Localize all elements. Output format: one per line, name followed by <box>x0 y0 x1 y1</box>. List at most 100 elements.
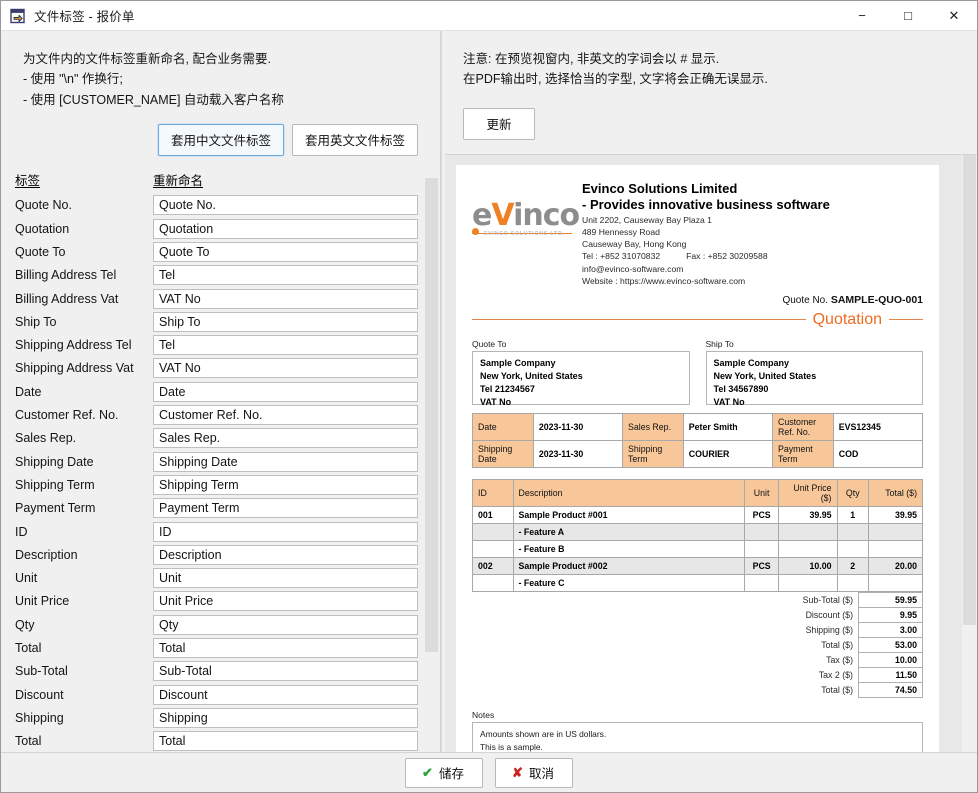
company-address-1: Unit 2202, Causeway Bay Plaza 1 <box>582 214 712 225</box>
window-controls: − □ ✕ <box>839 1 977 31</box>
label-rename-input[interactable] <box>153 451 418 472</box>
label-rename-input[interactable] <box>153 707 418 728</box>
notice-line-2: 在PDF输出时, 选择恰当的字型, 文字将会正确无误显示. <box>463 72 768 87</box>
item-cell-id: 001 <box>472 505 514 524</box>
minimize-button[interactable]: − <box>839 1 885 31</box>
maximize-button[interactable]: □ <box>885 1 931 31</box>
item-cell-desc: - Feature A <box>512 522 746 541</box>
quote-to-line-1: Sample Company <box>480 357 556 368</box>
item-cell-qty: 2 <box>836 556 869 575</box>
meta-row: Shipping Date 2023-11-30 Shipping Term COUR… <box>472 439 924 468</box>
document-page: eVinco EVINCO SOLUTIONS LTD. Evinco Solu… <box>456 164 939 752</box>
label-rename-input[interactable] <box>153 568 418 589</box>
document-meta-table: Date 2023-11-30 Sales Rep. Peter Smith Custo… <box>472 412 924 468</box>
item-column-header: ID <box>472 478 514 507</box>
label-rename-input[interactable] <box>153 195 418 216</box>
update-row: 更新 <box>445 90 977 140</box>
meta-key: Sales Rep. <box>621 412 684 441</box>
total-row: Total ($) 74.50 <box>798 681 923 698</box>
label-row-name: Qty <box>15 617 35 632</box>
item-cell-desc: Sample Product #001 <box>512 505 746 524</box>
quote-to-line-4: VAT No <box>480 397 512 408</box>
total-label: Total ($) <box>821 684 853 695</box>
label-rename-input[interactable] <box>153 405 418 426</box>
totals-body: Sub-Total ($) 59.95 Discount ($) 9.95 Shippi… <box>798 591 923 698</box>
update-button[interactable]: 更新 <box>463 107 535 140</box>
preview-scrollbar-thumb[interactable] <box>963 154 976 625</box>
instruction-line-3: - 使用 [CUSTOMER_NAME] 自动载入客户名称 <box>23 92 284 107</box>
item-cell-desc: - Feature C <box>512 573 746 592</box>
close-button[interactable]: ✕ <box>931 1 977 31</box>
label-row: Total <box>1 636 440 659</box>
label-rename-input[interactable] <box>153 614 418 635</box>
label-rename-input[interactable] <box>153 544 418 565</box>
meta-value: COURIER <box>682 439 773 468</box>
cancel-button[interactable]: ✘ 取消 <box>495 757 573 788</box>
quote-to-line-2: New York, United States <box>480 371 583 382</box>
quote-number-label: Quote No. <box>782 294 829 306</box>
label-rename-input[interactable] <box>153 731 418 752</box>
preview-scrollbar[interactable] <box>962 154 977 752</box>
preview-scroll-area[interactable]: eVinco EVINCO SOLUTIONS LTD. Evinco Solu… <box>445 155 962 752</box>
label-row: Quotation <box>1 217 440 240</box>
ship-to-line-3: Tel 34567890 <box>713 384 769 395</box>
apply-english-labels-button[interactable]: 套用英文文件标签 <box>291 123 418 156</box>
close-x-icon: ✘ <box>512 764 523 780</box>
label-rename-input[interactable] <box>153 288 418 309</box>
meta-value: COD <box>832 439 924 468</box>
label-row-name: Ship To <box>15 314 57 329</box>
total-label: Total ($) <box>821 639 853 650</box>
label-row: Shipping Address Vat <box>1 357 440 380</box>
preview-viewport: eVinco EVINCO SOLUTIONS LTD. Evinco Solu… <box>445 153 977 752</box>
label-rename-input[interactable] <box>153 591 418 612</box>
meta-key: Payment Term <box>771 439 834 468</box>
item-cell-price: 39.95 <box>778 505 838 524</box>
item-column-header: Total ($) <box>868 478 923 507</box>
totals-section: Sub-Total ($) 59.95 Discount ($) 9.95 Shippi… <box>472 591 923 698</box>
save-button[interactable]: ✔ 储存 <box>405 757 483 788</box>
item-column-header: Description <box>512 478 746 507</box>
left-scrollbar[interactable] <box>424 169 439 752</box>
label-rename-input[interactable] <box>153 335 418 356</box>
label-row-name: Shipping Date <box>15 454 94 469</box>
total-row: Tax ($) 10.00 <box>798 651 923 668</box>
ship-to-line-1: Sample Company <box>713 357 790 368</box>
item-column-header: Unit <box>744 478 779 507</box>
label-rename-input[interactable] <box>153 358 418 379</box>
quote-to-box: Sample Company New York, United States T… <box>472 350 690 407</box>
total-label: Tax 2 ($) <box>818 669 853 680</box>
total-row: Total ($) 53.00 <box>798 636 923 653</box>
label-rename-input[interactable] <box>153 661 418 682</box>
company-tagline: - Provides innovative business software <box>582 197 830 213</box>
label-row: Billing Address Vat <box>1 287 440 310</box>
label-rename-input[interactable] <box>153 265 418 286</box>
label-row-name: Shipping Term <box>15 477 95 492</box>
label-row-name: Billing Address Tel <box>15 268 117 283</box>
left-scrollbar-thumb[interactable] <box>425 177 438 652</box>
quote-number-row: Quote No. SAMPLE-QUO-001 <box>472 294 923 306</box>
label-rename-input[interactable] <box>153 684 418 705</box>
item-cell-total <box>868 573 923 592</box>
label-row-name: Quotation <box>15 221 70 236</box>
item-cell-id: 002 <box>472 556 514 575</box>
company-block: Evinco Solutions Limited - Provides inno… <box>580 181 923 287</box>
instructions-text: 为文件内的文件标签重新命名, 配合业务需要. - 使用 "\n" 作换行; - … <box>1 31 440 110</box>
label-rename-input[interactable] <box>153 498 418 519</box>
label-rename-input[interactable] <box>153 311 418 332</box>
label-rename-input[interactable] <box>153 241 418 262</box>
label-rename-input[interactable] <box>153 381 418 402</box>
label-row-name: Quote No. <box>15 198 72 213</box>
label-rename-input[interactable] <box>153 521 418 542</box>
label-row: Sales Rep. <box>1 427 440 450</box>
item-cell-price <box>778 539 838 558</box>
item-cell-desc: Sample Product #002 <box>512 556 746 575</box>
preset-button-group: 套用中文文件标签 套用英文文件标签 <box>1 122 418 157</box>
label-rename-input[interactable] <box>153 218 418 239</box>
label-rename-input[interactable] <box>153 428 418 449</box>
item-cell-total: 20.00 <box>868 556 923 575</box>
label-rename-input[interactable] <box>153 474 418 495</box>
instruction-line-1: 为文件内的文件标签重新命名, 配合业务需要. <box>23 52 271 66</box>
label-rename-input[interactable] <box>153 638 418 659</box>
apply-chinese-labels-button[interactable]: 套用中文文件标签 <box>156 122 285 157</box>
label-row: Total <box>1 730 440 752</box>
